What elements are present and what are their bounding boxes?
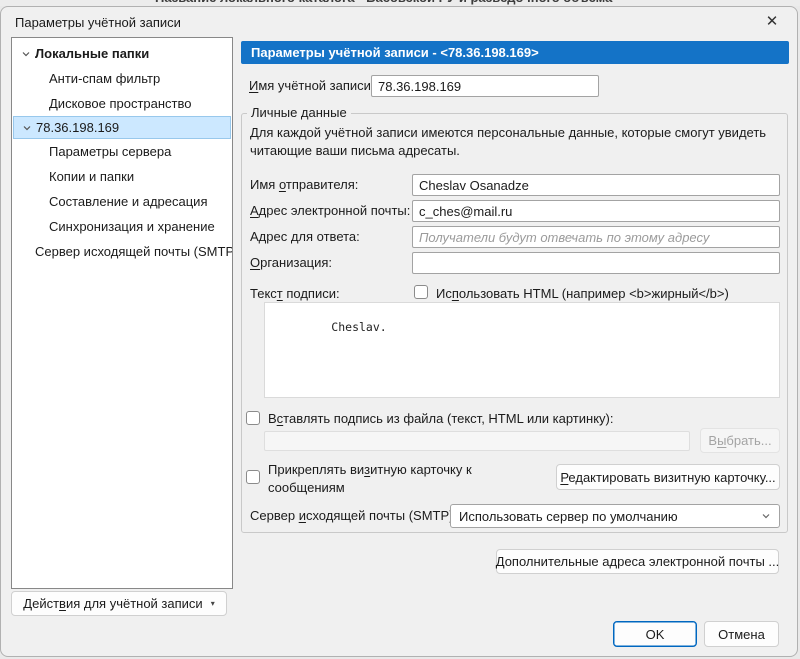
attach-vcard-label: Прикреплять визитную карточку к сообщени…	[268, 461, 548, 497]
sidebar-item-junk-filter[interactable]: Анти-спам фильтр	[13, 66, 231, 91]
organization-input[interactable]	[412, 252, 780, 274]
ok-button[interactable]: OK	[613, 621, 697, 647]
signature-from-file-label: Вставлять подпись из файла (текст, HTML …	[268, 411, 613, 426]
additional-addresses-button[interactable]: Дополнительные адреса электронной почты …	[496, 549, 779, 574]
reply-to-input[interactable]	[412, 226, 780, 248]
sidebar-item-copies-folders[interactable]: Копии и папки	[13, 164, 231, 189]
sidebar-item-disk-space[interactable]: Дисковое пространство	[13, 91, 231, 116]
email-label: Адрес электронной почты:	[250, 203, 410, 218]
account-actions-label: Действия для учётной записи	[23, 596, 202, 611]
sender-name-input[interactable]	[412, 174, 780, 196]
page-title: Параметры учётной записи - <78.36.198.16…	[241, 41, 789, 64]
account-name-label: Имя учётной записи:	[249, 78, 375, 93]
sidebar-item-smtp-server[interactable]: Сервер исходящей почты (SMTP)	[13, 239, 231, 264]
reply-to-label: Адрес для ответа:	[250, 229, 360, 244]
personal-data-legend: Личные данные	[247, 105, 351, 120]
organization-label: Организация:	[250, 255, 332, 270]
sidebar-item-label: Параметры сервера	[49, 144, 171, 159]
chevron-down-icon	[761, 511, 771, 521]
edit-vcard-button[interactable]: Редактировать визитную карточку...	[556, 464, 780, 490]
use-html-label: Использовать HTML (например <b>жирный</b…	[436, 286, 729, 301]
dialog-titlebar: Параметры учётной записи ✕	[1, 7, 797, 37]
smtp-server-label: Сервер исходящей почты (SMTP)	[250, 508, 453, 523]
close-icon[interactable]: ✕	[755, 10, 789, 34]
sidebar-item-local-folders[interactable]: Локальные папки	[13, 41, 231, 66]
email-input[interactable]	[412, 200, 780, 222]
dialog-title: Параметры учётной записи	[15, 15, 181, 30]
cancel-button[interactable]: Отмена	[704, 621, 779, 647]
signature-file-path-input	[264, 431, 690, 451]
account-settings-dialog: Параметры учётной записи ✕ Локальные пап…	[0, 6, 798, 657]
attach-vcard-checkbox[interactable]	[246, 470, 260, 484]
personal-data-group: Личные данные Для каждой учётной записи …	[241, 113, 788, 533]
sidebar-item-account-78-36-198-169[interactable]: 78.36.198.169	[13, 116, 231, 139]
use-html-checkbox[interactable]	[414, 285, 428, 299]
chevron-down-icon[interactable]	[19, 49, 33, 59]
smtp-server-select[interactable]: Использовать сервер по умолчанию	[450, 504, 780, 528]
sidebar-item-label: Локальные папки	[35, 46, 149, 61]
sidebar-item-label: Синхронизация и хранение	[49, 219, 215, 234]
sidebar-item-label: Сервер исходящей почты (SMTP)	[35, 244, 233, 259]
sidebar-item-server-settings[interactable]: Параметры сервера	[13, 139, 231, 164]
chevron-down-icon[interactable]	[20, 123, 34, 133]
sidebar-item-label: Анти-спам фильтр	[49, 71, 160, 86]
dropdown-arrow-icon: ▾	[211, 599, 215, 608]
sidebar-item-sync-storage[interactable]: Синхронизация и хранение	[13, 214, 231, 239]
screen: Название локального каталога - Басовской…	[0, 0, 800, 659]
signature-textarea[interactable]: Cheslav.	[264, 302, 780, 398]
sidebar-item-composition-addressing[interactable]: Составление и адресация	[13, 189, 231, 214]
signature-label: Текст подписи:	[250, 286, 340, 301]
sidebar-item-label: Составление и адресация	[49, 194, 208, 209]
sidebar-item-label: 78.36.198.169	[36, 120, 119, 135]
choose-file-button: Выбрать...	[700, 428, 780, 453]
smtp-server-selected-option: Использовать сервер по умолчанию	[459, 509, 755, 524]
accounts-tree: Локальные папки Анти-спам фильтр Дисково…	[11, 37, 233, 589]
sender-name-label: Имя отправителя:	[250, 177, 358, 192]
signature-from-file-checkbox[interactable]	[246, 411, 260, 425]
account-name-input[interactable]	[371, 75, 599, 97]
account-actions-button[interactable]: Действия для учётной записи ▾	[11, 591, 227, 616]
sidebar-item-label: Дисковое пространство	[49, 96, 192, 111]
background-window-title: Название локального каталога - Басовской…	[155, 0, 612, 5]
personal-data-description: Для каждой учётной записи имеются персон…	[250, 124, 778, 159]
sidebar-item-label: Копии и папки	[49, 169, 134, 184]
